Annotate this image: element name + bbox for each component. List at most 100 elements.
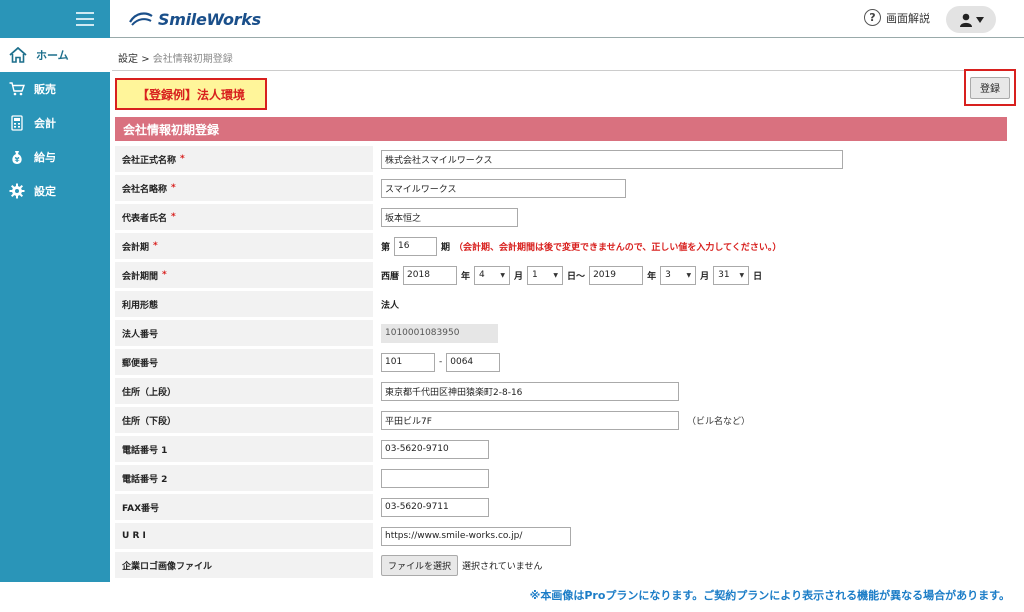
breadcrumb-separator: > <box>141 54 150 65</box>
uri-input[interactable]: https://www.smile-works.co.jp/ <box>381 526 571 546</box>
register-button[interactable]: 登録 <box>970 76 1010 99</box>
year-unit: 年 <box>647 271 657 282</box>
field-label: 住所（下段） <box>115 407 373 433</box>
sidebar-item-label: 設定 <box>34 185 56 198</box>
company-name-input[interactable]: 株式会社スマイルワークス <box>381 149 843 169</box>
end-day-select[interactable]: 31 ▼ <box>713 265 750 285</box>
help-link[interactable]: ? 画面解説 <box>864 9 930 26</box>
app-logo[interactable]: SmileWorks <box>128 8 261 30</box>
sidebar-item-label: 給与 <box>34 151 56 164</box>
svg-text:¥: ¥ <box>15 156 20 164</box>
money-bag-icon: ¥ <box>12 151 22 164</box>
field-label: 代表者氏名 * <box>115 204 373 230</box>
sidebar-item-label: 販売 <box>34 83 56 96</box>
start-month-select[interactable]: 4 ▼ <box>474 265 511 285</box>
fax-input[interactable]: 03-5620-9711 <box>381 497 489 517</box>
required-mark: * <box>180 154 185 164</box>
start-year-input[interactable]: 2018 <box>403 265 458 285</box>
gear-icon <box>9 183 25 199</box>
address2-input[interactable]: 平田ビル7F <box>381 410 679 430</box>
field-label: FAX番号 <box>115 494 373 520</box>
smileworks-logo-icon <box>129 12 153 26</box>
field-value: 東京都千代田区神田猿楽町2-8-16 <box>375 378 1007 404</box>
field-value: スマイルワークス <box>375 175 1007 201</box>
chevron-down-icon: ▼ <box>686 271 692 279</box>
phone1-input[interactable]: 03-5620-9710 <box>381 439 489 459</box>
end-month-select[interactable]: 3 ▼ <box>660 265 697 285</box>
field-value: 西暦 2018 年 4 ▼ 月 1 ▼ 日〜 2019 年 3 ▼ 月 31 ▼ 日 <box>375 262 1007 288</box>
sidebar-item-accounting[interactable]: 会計 <box>0 106 110 140</box>
logo-text: SmileWorks <box>158 9 261 29</box>
sidebar-item-sales[interactable]: 販売 <box>0 72 110 106</box>
fiscal-term-input[interactable]: 16 <box>394 236 438 256</box>
chevron-down-icon: ▼ <box>553 271 559 279</box>
field-label: U R I <box>115 523 373 549</box>
field-label: 利用形態 <box>115 291 373 317</box>
form-row-postal-code: 郵便番号 101 - 0064 <box>115 349 1007 375</box>
breadcrumb-parent[interactable]: 設定 <box>118 54 138 65</box>
form-row-fiscal-period: 会計期間 * 西暦 2018 年 4 ▼ 月 1 ▼ 日〜 2019 年 3 ▼ 月 3… <box>115 262 1007 288</box>
representative-input[interactable]: 坂本恒之 <box>381 207 518 227</box>
postal-code-part2-input[interactable]: 0064 <box>446 352 501 372</box>
required-mark: * <box>162 270 167 280</box>
required-mark: * <box>171 212 176 222</box>
required-mark: * <box>171 183 176 193</box>
company-short-input[interactable]: スマイルワークス <box>381 178 626 198</box>
form-row-phone1: 電話番号 1 03-5620-9710 <box>115 436 1007 462</box>
sidebar-item-settings[interactable]: 設定 <box>0 174 110 208</box>
breadcrumb: 設定 > 会社情報初期登録 <box>118 50 233 65</box>
field-label: 郵便番号 <box>115 349 373 375</box>
label-text: 会社正式名称 <box>122 155 177 166</box>
label-text: 会社名略称 <box>122 184 168 195</box>
field-value: 法人 <box>375 291 1007 317</box>
cart-icon <box>9 82 25 96</box>
field-label: 法人番号 <box>115 320 373 346</box>
field-value: https://www.smile-works.co.jp/ <box>375 523 1007 549</box>
start-day-select[interactable]: 1 ▼ <box>527 265 564 285</box>
label-text: 代表者氏名 <box>122 213 168 224</box>
section-title: 会社情報初期登録 <box>115 117 1007 141</box>
calculator-icon <box>11 115 23 131</box>
form-row-address1: 住所（上段） 東京都千代田区神田猿楽町2-8-16 <box>115 378 1007 404</box>
select-value: 4 <box>479 270 485 280</box>
address1-input[interactable]: 東京都千代田区神田猿楽町2-8-16 <box>381 381 679 401</box>
field-label: 会社名略称 * <box>115 175 373 201</box>
select-value: 1 <box>532 270 538 280</box>
user-icon <box>959 13 972 27</box>
top-header: SmileWorks ? 画面解説 <box>0 0 1024 38</box>
plan-note: ※本画像はProプランになります。ご契約プランにより表示される機能が異なる場合が… <box>529 589 1010 602</box>
end-year-input[interactable]: 2019 <box>589 265 644 285</box>
month-unit: 月 <box>514 271 524 282</box>
sidebar-item-payroll[interactable]: ¥ 給与 <box>0 140 110 174</box>
chevron-down-icon: ▼ <box>500 271 506 279</box>
sidebar-item-home[interactable]: ホーム <box>0 38 110 72</box>
sidebar-item-label: 会計 <box>34 117 56 130</box>
range-separator: 日〜 <box>567 271 586 282</box>
field-value <box>375 465 1007 491</box>
form-row-usage-type: 利用形態 法人 <box>115 291 1007 317</box>
phone2-input[interactable] <box>381 468 489 488</box>
field-value: 1010001083950 <box>375 320 1007 346</box>
home-icon <box>9 47 27 63</box>
field-value: 株式会社スマイルワークス <box>375 146 1007 172</box>
field-value: 101 - 0064 <box>375 349 1007 375</box>
field-label: 会計期 * <box>115 233 373 259</box>
form-row-company-short: 会社名略称 * スマイルワークス <box>115 175 1007 201</box>
field-label: 住所（上段） <box>115 378 373 404</box>
fiscal-term-warning: （会計期、会計期間は後で変更できませんので、正しい値を入力してください。） <box>454 242 782 253</box>
menu-toggle-button[interactable] <box>0 0 110 38</box>
field-label: 企業ロゴ画像ファイル <box>115 552 373 578</box>
user-menu-button[interactable] <box>946 6 996 33</box>
field-value: ファイルを選択 選択されていません <box>375 552 1007 578</box>
form-row-logo-file: 企業ロゴ画像ファイル ファイルを選択 選択されていません <box>115 552 1007 578</box>
fiscal-term-suffix: 期 <box>441 242 451 253</box>
field-value: 坂本恒之 <box>375 204 1007 230</box>
era-label: 西暦 <box>381 271 400 282</box>
field-value: 03-5620-9711 <box>375 494 1007 520</box>
postal-code-part1-input[interactable]: 101 <box>381 352 435 372</box>
field-label: 電話番号 2 <box>115 465 373 491</box>
year-unit: 年 <box>461 271 471 282</box>
choose-file-button[interactable]: ファイルを選択 <box>381 554 459 576</box>
fiscal-term-prefix: 第 <box>381 242 391 253</box>
file-status: 選択されていません <box>462 561 543 572</box>
